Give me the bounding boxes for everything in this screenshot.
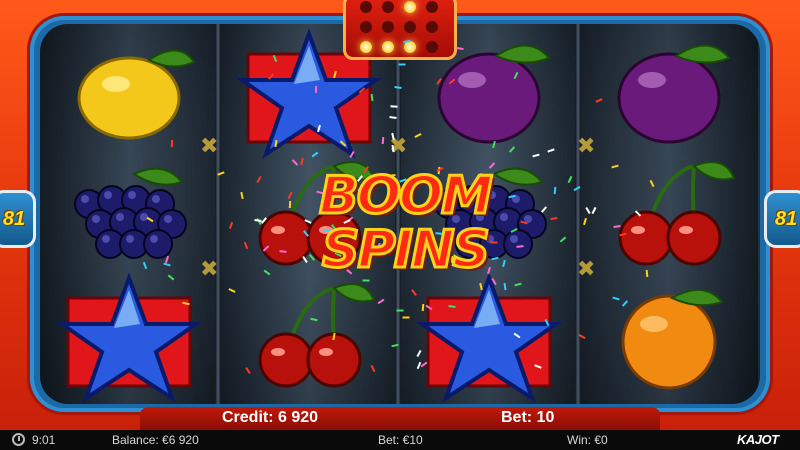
banner-line-2: SPINS (321, 220, 492, 280)
provider-logo: KAJOT (737, 432, 779, 447)
reel-divider (215, 24, 221, 404)
bet-lines-badge-right: 81 (764, 190, 800, 248)
status-bet-display: Bet: €10 (378, 433, 423, 447)
reel-divider (575, 24, 581, 404)
credit-bet-panel: Credit: 6 920 Bet: 10 (140, 407, 660, 430)
dice-indicator (343, 0, 457, 60)
grapes-symbol (54, 154, 204, 272)
confetti-piece (421, 303, 425, 311)
confetti-piece (402, 316, 410, 319)
orange-symbol (594, 276, 744, 394)
star-icon (55, 272, 203, 403)
time-display: 9:01 (32, 433, 56, 447)
confetti-piece (503, 282, 507, 291)
orange-icon (621, 289, 724, 390)
star-symbol (414, 272, 564, 403)
cherries-symbol (594, 154, 744, 272)
confetti-piece (279, 249, 287, 253)
clock-icon (12, 433, 25, 446)
banner-line-1: BOOM (318, 166, 495, 226)
plum-icon (617, 44, 731, 144)
star-symbol (54, 272, 204, 403)
payline-marker: ✖ (577, 134, 596, 159)
bet-display: Bet: 10 (501, 409, 555, 426)
cherries-icon (618, 161, 736, 266)
grapes-icon (74, 167, 187, 259)
boom-spins-banner: BOOM SPINS (300, 166, 510, 280)
slot-cabinet: ✖ ✖ ✖ ✖ ✖ 81 81 BOOM SPINS Credit: 6 920… (0, 0, 800, 430)
star-icon (415, 272, 563, 403)
status-bar: 9:01 Balance: €6 920 Bet: €10 Win: €0 KA… (0, 430, 800, 450)
confetti-piece (516, 244, 524, 248)
cherries-icon (258, 283, 376, 388)
payline-marker: ✖ (577, 257, 596, 282)
confetti-piece (398, 63, 406, 66)
plum-symbol (594, 32, 744, 150)
confetti-piece (396, 309, 404, 312)
bet-lines-badge-left: 81 (0, 190, 36, 248)
win-display: Win: €0 (567, 433, 608, 447)
confetti-piece (314, 86, 317, 94)
lemon-icon (77, 49, 196, 140)
lemon-symbol (54, 32, 204, 150)
confetti-piece (456, 46, 464, 50)
credit-display: Credit: 6 920 (222, 409, 319, 426)
bet-lines-count: 81 (2, 207, 26, 230)
confetti-piece (390, 104, 398, 108)
confetti-piece (288, 201, 292, 209)
bet-lines-count: 81 (774, 207, 798, 230)
balance-display: Balance: €6 920 (112, 433, 199, 447)
cherries-symbol (234, 276, 384, 394)
